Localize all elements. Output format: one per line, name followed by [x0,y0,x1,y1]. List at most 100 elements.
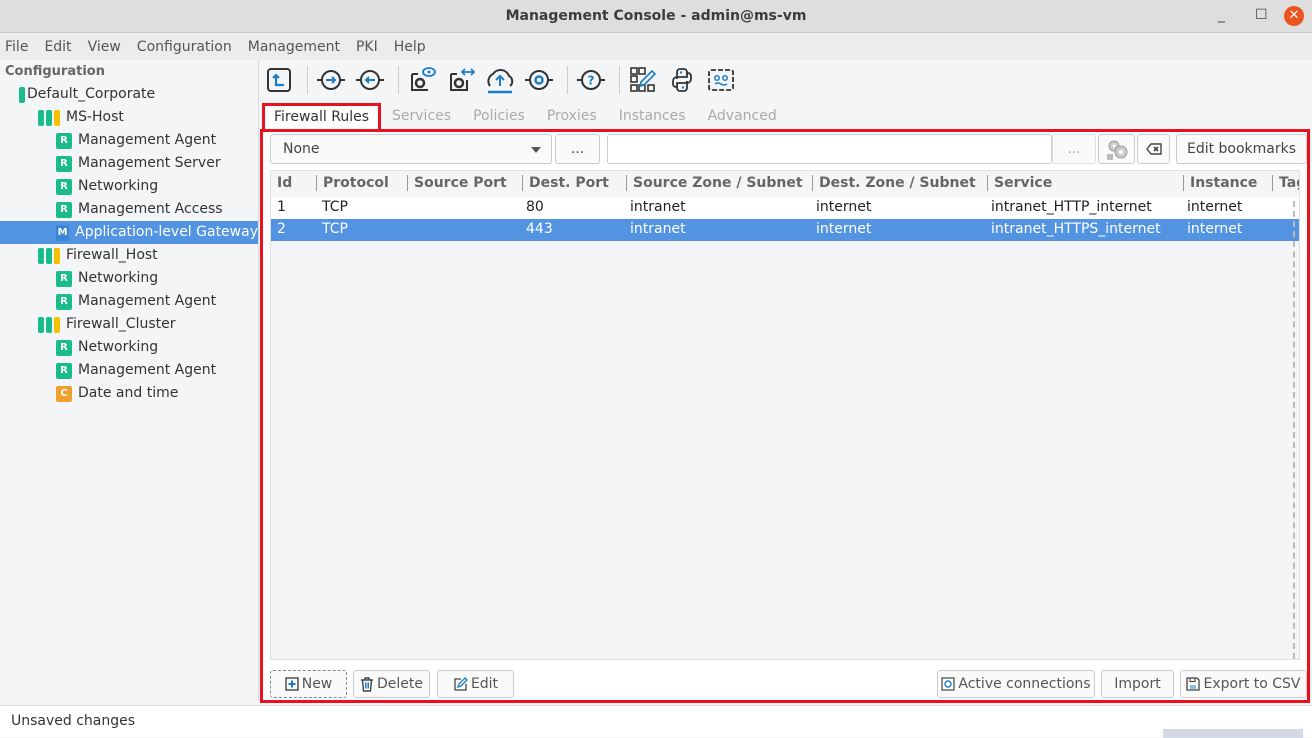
cell-id: 1 [277,199,286,215]
table-row[interactable]: 2 TCP 443 intranet internet intranet_HTT… [271,219,1299,241]
new-button-label: New [301,676,333,692]
status-bar-icon [38,247,44,264]
chevron-down-icon [531,147,541,153]
terminal-icon[interactable] [704,63,738,97]
tree-item-label: Networking [78,270,159,286]
minimize-button[interactable]: _ [1218,0,1225,32]
search-input[interactable] [607,134,1052,164]
tree-item-default-corporate[interactable]: Default_Corporate [19,83,155,106]
tree-item-date-and-time[interactable]: C Date and time [56,382,178,405]
column-header-instance[interactable]: Instance [1183,175,1257,191]
bookmark-select-value: None [283,141,320,157]
maximize-button[interactable]: ☐ [1255,0,1268,32]
plus-box-icon [285,677,299,691]
column-header-dest-zone[interactable]: Dest. Zone / Subnet [812,175,976,191]
tree-item-ms-host[interactable]: MS-Host [38,106,124,129]
tree-item-networking[interactable]: R Networking [56,336,158,359]
advanced-filter-button[interactable] [1098,134,1135,164]
tab-services[interactable]: Services [381,103,462,131]
tree-item-label: Management Access [78,201,223,217]
r-badge-icon: R [56,132,72,149]
menu-management[interactable]: Management [248,39,340,55]
connect-in-icon[interactable] [314,63,348,97]
help-icon[interactable]: ? [574,63,608,97]
column-header-dest-port[interactable]: Dest. Port [522,175,609,191]
column-header-source-zone[interactable]: Source Zone / Subnet [626,175,803,191]
menu-edit[interactable]: Edit [44,39,71,55]
connect-out-icon[interactable] [353,63,387,97]
r-badge-icon: R [56,339,72,356]
tree-item-firewall-cluster[interactable]: Firewall_Cluster [38,313,175,336]
tab-instances[interactable]: Instances [608,103,697,131]
status-bar-icon [38,316,44,333]
cell-instance: internet [1187,199,1243,215]
status-bar-icon [54,247,60,264]
cell-source-zone: intranet [630,199,686,215]
drop-indicator-line [1293,201,1295,659]
cell-source-zone: intranet [630,221,686,237]
column-header-tag[interactable]: Tag [1272,175,1299,191]
tab-policies[interactable]: Policies [462,103,536,131]
menu-pki[interactable]: PKI [356,39,378,55]
tree-item-management-agent[interactable]: R Management Agent [56,129,216,152]
config-transfer-icon[interactable] [444,63,478,97]
active-connections-button[interactable]: Active connections [937,670,1095,698]
tree-item-management-server[interactable]: R Management Server [56,152,221,175]
active-connections-label: Active connections [958,676,1091,692]
tab-advanced[interactable]: Advanced [697,103,788,131]
edit-button-label: Edit [470,676,499,692]
status-bar-icon [54,316,60,333]
table-row[interactable]: 1 TCP 80 intranet internet intranet_HTTP… [271,197,1299,219]
tab-proxies[interactable]: Proxies [536,103,608,131]
bookmark-more-button[interactable]: ... [555,134,600,164]
close-button[interactable]: ✕ [1284,6,1304,26]
column-header-id[interactable]: Id [271,175,292,191]
title-bar: Management Console - admin@ms-vm [0,0,1312,33]
cell-dest-zone: internet [816,221,872,237]
trash-icon [361,676,373,692]
tree-item-label: Firewall_Cluster [66,316,176,332]
tree-item-networking[interactable]: R Networking [56,175,158,198]
tab-firewall-rules[interactable]: Firewall Rules [262,103,382,131]
menu-help[interactable]: Help [394,39,426,55]
delete-button[interactable]: Delete [353,670,430,698]
tree-item-application-level-gateway[interactable]: M Application-level Gateway [0,221,258,244]
upload-config-icon[interactable] [262,63,296,97]
tree-item-label: Networking [78,339,159,355]
tree-item-networking[interactable]: R Networking [56,267,158,290]
new-button[interactable]: New [270,670,347,698]
column-header-service[interactable]: Service [987,175,1052,191]
tree-item-label: Management Agent [78,132,217,148]
tree-item-management-agent[interactable]: R Management Agent [56,359,216,382]
dashboard-edit-icon[interactable] [626,63,660,97]
tree-item-label: MS-Host [66,109,124,125]
edit-button[interactable]: Edit [437,670,514,698]
refresh-icon [941,677,956,691]
menu-bar: File Edit View Configuration Management … [0,34,1312,60]
tab-bar: Firewall Rules Services Policies Proxies… [262,103,788,131]
tree-item-management-access[interactable]: R Management Access [56,198,223,221]
status-bar-icon [46,109,52,126]
menu-configuration[interactable]: Configuration [137,39,232,55]
menu-view[interactable]: View [88,39,121,55]
bookmark-select[interactable]: None [270,134,552,164]
column-header-source-port[interactable]: Source Port [407,175,507,191]
tree-item-firewall-host[interactable]: Firewall_Host [38,244,158,267]
cloud-upload-icon[interactable] [483,63,517,97]
menu-file[interactable]: File [5,39,28,55]
edit-bookmarks-button[interactable]: Edit bookmarks [1176,134,1307,164]
tree-item-management-agent[interactable]: R Management Agent [56,290,216,313]
column-header-protocol[interactable]: Protocol [316,175,389,191]
search-more-button[interactable]: ... [1052,134,1096,164]
python-icon[interactable] [665,63,699,97]
save-disk-icon [1186,677,1201,691]
clear-search-button[interactable] [1137,134,1170,164]
export-csv-button[interactable]: Export to CSV [1180,670,1307,698]
status-bar-icon [38,109,44,126]
status-bar: Unsaved changes [0,705,1312,738]
service-gear-icon[interactable] [522,63,556,97]
import-button[interactable]: Import [1101,670,1174,698]
rules-table: Id Protocol Source Port Dest. Port Sourc… [270,170,1300,660]
action-buttons: New Delete Edit Active connections Impor… [270,670,1307,700]
config-view-icon[interactable] [405,63,439,97]
